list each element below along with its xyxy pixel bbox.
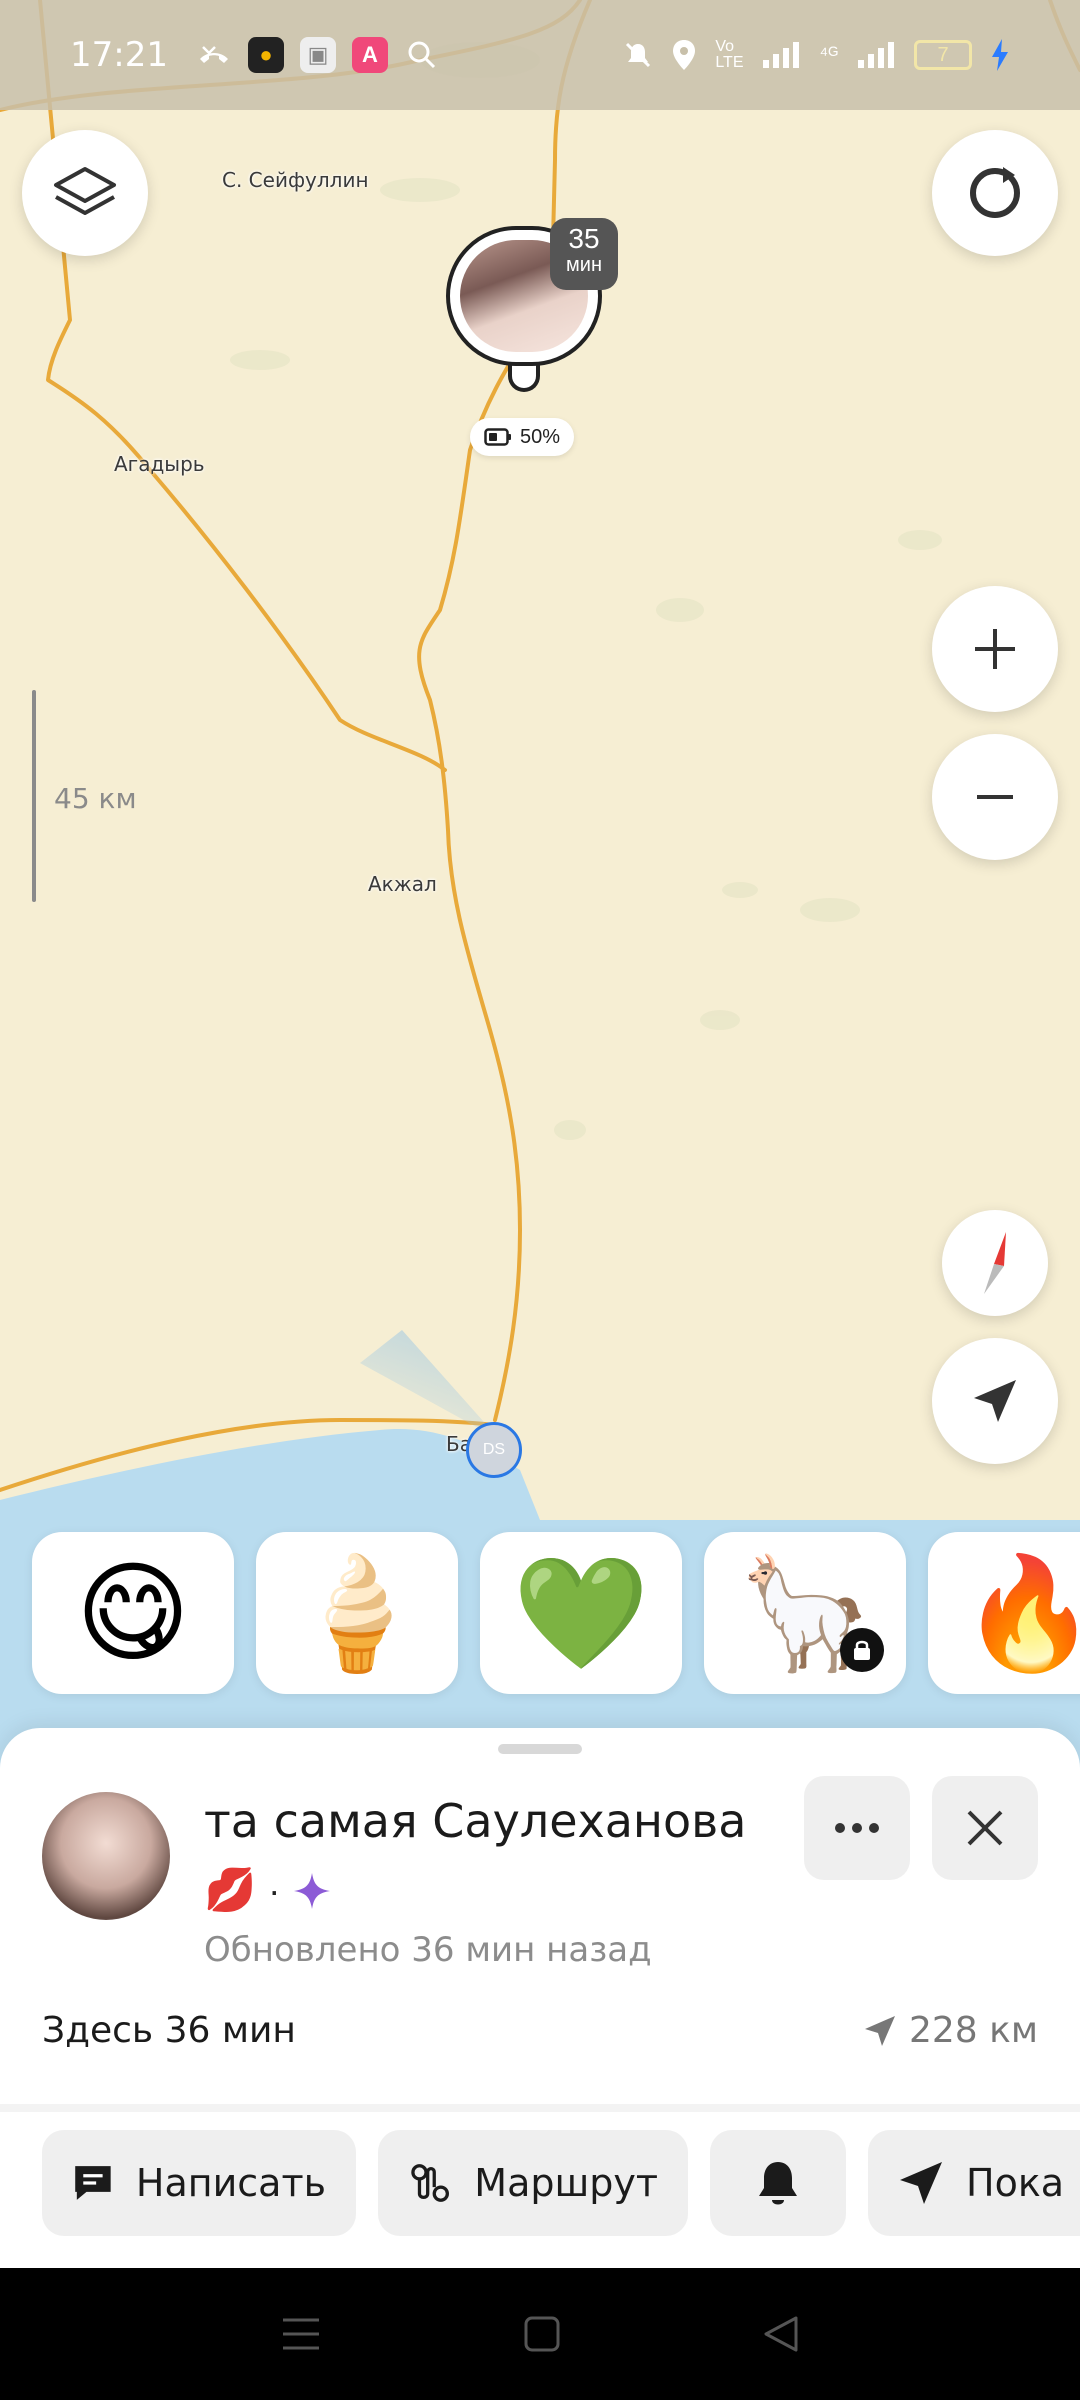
lock-icon xyxy=(840,1628,884,1672)
pin-time-badge: 35 мин xyxy=(550,218,618,290)
store-notification-icon: ▣ xyxy=(299,37,336,73)
status-bar: 17:21 ● ▣ A Vo LTE ⁴ᴳ 7 xyxy=(0,0,1080,110)
more-options-button[interactable] xyxy=(804,1776,910,1880)
battery-icon xyxy=(484,428,511,446)
circle-arrow-icon xyxy=(970,167,1020,218)
green-heart-icon: 💚 xyxy=(512,1548,650,1677)
plus-icon xyxy=(975,629,1015,669)
distance-value: 228 км xyxy=(908,2010,1038,2051)
app-notification-icon: ● xyxy=(247,37,284,73)
more-icon xyxy=(835,1823,879,1833)
close-icon xyxy=(967,1810,1003,1846)
reaction-llama[interactable]: 🦙 xyxy=(704,1532,906,1694)
pin-time-unit: мин xyxy=(566,254,602,276)
close-button[interactable] xyxy=(932,1776,1038,1880)
place-label-seifullin: С. Сейфуллин xyxy=(222,168,369,192)
pink-app-icon: A xyxy=(351,37,388,73)
write-message-label: Написать xyxy=(135,2161,326,2205)
search-icon xyxy=(404,37,440,73)
reaction-green-heart[interactable]: 💚 xyxy=(480,1532,682,1694)
map-scale-bar xyxy=(32,690,36,902)
bell-icon xyxy=(759,2162,797,2205)
my-location-marker[interactable]: DS xyxy=(466,1422,522,1478)
pin-battery-value: 50% xyxy=(520,425,561,448)
smiling-face-icon: 😋 xyxy=(75,1549,191,1677)
friends-circle-button[interactable] xyxy=(932,130,1058,256)
home-icon[interactable] xyxy=(523,2315,561,2353)
write-message-button[interactable]: Написать xyxy=(42,2130,356,2236)
status-time: 17:21 xyxy=(70,35,168,75)
my-location-button[interactable] xyxy=(932,1338,1058,1464)
here-duration: Здесь 36 мин xyxy=(42,2010,296,2051)
missed-call-icon xyxy=(196,37,232,73)
sheet-grabber[interactable] xyxy=(498,1744,582,1754)
charging-icon xyxy=(992,39,1008,71)
sparkle-icon xyxy=(294,1872,331,1909)
ice-cream-icon: 🍦 xyxy=(288,1548,426,1677)
place-label-akzhal: Акжал xyxy=(368,872,437,896)
distance-info: 228 км xyxy=(863,2010,1038,2051)
layers-icon xyxy=(54,167,116,215)
presence-row: Здесь 36 мин 228 км xyxy=(42,2010,1038,2051)
profile-name: та самая Саулеханова xyxy=(204,1794,747,1848)
battery-status: 7 xyxy=(914,40,972,70)
divider xyxy=(0,2104,1080,2112)
minus-icon xyxy=(977,795,1013,799)
map-scale-label: 45 км xyxy=(54,782,137,815)
route-button[interactable]: Маршрут xyxy=(378,2130,688,2236)
reaction-smiling-face[interactable]: 😋 xyxy=(32,1532,234,1694)
profile-bottom-sheet[interactable]: та самая Саулеханова 💋 · Обновлено 36 ми… xyxy=(0,1728,1080,2268)
network-4g-icon: ⁴ᴳ xyxy=(819,43,838,66)
navigation-arrow-icon xyxy=(974,1380,1016,1422)
my-initials: DS xyxy=(482,1441,506,1458)
volte-icon: Vo LTE xyxy=(715,38,744,71)
system-nav-bar xyxy=(0,2268,1080,2400)
signal-icon xyxy=(763,42,800,68)
action-buttons: Написать Маршрут Пока xyxy=(42,2130,1080,2236)
compass-button[interactable] xyxy=(942,1210,1048,1316)
signal-2-icon xyxy=(858,42,894,68)
last-updated: Обновлено 36 мин назад xyxy=(204,1930,652,1970)
reaction-fire[interactable]: 🔥 xyxy=(928,1532,1080,1694)
menu-icon[interactable] xyxy=(281,2316,321,2352)
pin-time-value: 35 xyxy=(568,223,600,254)
place-label-agadyr: Агадырь xyxy=(114,452,205,476)
status-right-group: Vo LTE ⁴ᴳ 7 xyxy=(623,38,1010,72)
back-icon[interactable] xyxy=(763,2315,799,2353)
distance-arrow-icon xyxy=(864,2015,895,2046)
lips-icon: 💋 xyxy=(204,1866,257,1913)
reactions-row: 😋 🍦 💚 🦙 🔥 xyxy=(32,1532,1080,1694)
fire-icon: 🔥 xyxy=(960,1548,1080,1677)
route-label: Маршрут xyxy=(474,2161,658,2205)
show-location-label: Пока xyxy=(966,2161,1065,2205)
avatar[interactable] xyxy=(42,1792,170,1920)
mute-icon xyxy=(626,42,651,68)
zoom-out-button[interactable] xyxy=(932,734,1058,860)
location-icon xyxy=(673,40,696,70)
compass-icon xyxy=(984,1232,1006,1294)
profile-badges: 💋 · xyxy=(204,1866,332,1915)
pin-battery-badge: 50% xyxy=(470,418,575,456)
reaction-ice-cream[interactable]: 🍦 xyxy=(256,1532,458,1694)
notify-button[interactable] xyxy=(710,2130,846,2236)
share-location-icon xyxy=(900,2162,942,2204)
badge-separator: · xyxy=(268,1869,281,1911)
show-location-button[interactable]: Пока xyxy=(868,2130,1080,2236)
zoom-in-button[interactable] xyxy=(932,586,1058,712)
route-icon xyxy=(411,2164,450,2202)
message-icon xyxy=(75,2166,111,2200)
map-layers-button[interactable] xyxy=(22,130,148,256)
